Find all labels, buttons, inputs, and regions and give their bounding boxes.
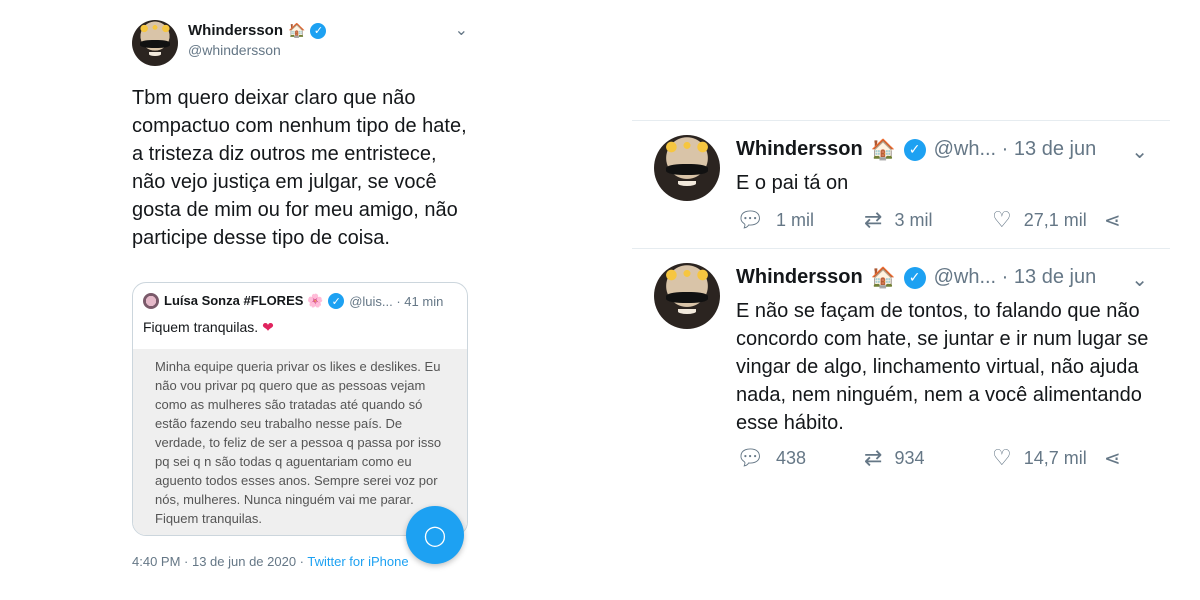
author-handle[interactable]: @whindersson [188, 42, 281, 58]
author-name[interactable]: Whindersson 🏠 ✓ [188, 22, 327, 39]
quoted-avatar [143, 293, 159, 309]
like-button[interactable]: ♡ 27,1 mil [992, 207, 1120, 233]
retweet-icon: ⇄ [864, 207, 883, 232]
chevron-down-icon[interactable]: ⌄ [1131, 267, 1148, 292]
tweet-timestamp: 4:40 PM · 13 de jun de 2020 · Twitter fo… [132, 554, 409, 569]
avatar[interactable] [132, 20, 178, 66]
reply-button[interactable]: 💬︎ 1 mil [736, 207, 864, 233]
heart-emoji-icon: ❤ [262, 319, 274, 335]
share-icon[interactable]: ⋖ [1104, 208, 1121, 233]
reply-icon: 💬︎ [736, 207, 764, 232]
verified-badge-icon: ✓ [903, 266, 926, 289]
tweet-actions: 💬︎ 438 ⇄ 934 ♡ 14,7 mil ⋖ [736, 445, 1121, 471]
chevron-down-icon[interactable]: ⌄ [1131, 139, 1148, 164]
avatar[interactable] [654, 135, 720, 201]
chevron-down-icon[interactable]: ⌄ [455, 20, 468, 40]
quoted-text: Fiquem tranquilas. ❤ [143, 319, 274, 336]
tweet-header: Whindersson 🏠 ✓ @wh... · 13 de jun [736, 265, 1096, 290]
retweet-button[interactable]: ⇄ 3 mil [864, 207, 992, 233]
like-button[interactable]: ♡ 14,7 mil [992, 445, 1120, 471]
avatar[interactable] [654, 263, 720, 329]
tweet-header: Whindersson 🏠 ✓ @whindersson ⌄ [132, 14, 472, 70]
main-tweet: Whindersson 🏠 ✓ @whindersson ⌄ Tbm quero… [132, 14, 472, 569]
tweet-text: E não se façam de tontos, to falando que… [736, 300, 1149, 434]
retweet-icon: ⇄ [864, 445, 883, 470]
quoted-author-name: Luísa Sonza #FLORES 🌸 [164, 293, 324, 308]
retweet-count: 3 mil [894, 209, 933, 230]
timestamp-text: 4:40 PM · 13 de jun de 2020 · [132, 554, 308, 569]
tweet-actions: 💬︎ 1 mil ⇄ 3 mil ♡ 27,1 mil ⋖ [736, 207, 1121, 233]
timeline-tweet[interactable]: Whindersson 🏠 ✓ @wh... · 13 de jun ⌄ E o… [632, 120, 1170, 248]
house-emoji-icon: 🏠 [288, 22, 306, 38]
timeline-tweet[interactable]: Whindersson 🏠 ✓ @wh... · 13 de jun ⌄ E n… [632, 248, 1170, 488]
tweet-text: Tbm quero deixar claro que não compactuo… [132, 87, 467, 249]
tweet-meta: @wh... · 13 de jun [933, 138, 1097, 160]
tweet-text: E o pai tá on [736, 172, 849, 194]
house-emoji-icon: 🏠 [870, 139, 896, 161]
quoted-tweet[interactable]: Luísa Sonza #FLORES 🌸 ✓ @luis... · 41 mi… [132, 282, 468, 536]
quoted-tweet-header: Luísa Sonza #FLORES 🌸 ✓ @luis... · 41 mi… [143, 293, 457, 309]
like-icon: ♡ [992, 445, 1012, 470]
retweet-button[interactable]: ⇄ 934 [864, 445, 992, 471]
compose-fab-icon: ◯ [423, 524, 447, 547]
share-icon[interactable]: ⋖ [1104, 446, 1121, 471]
like-icon: ♡ [992, 207, 1012, 232]
reply-count: 1 mil [775, 209, 814, 230]
like-count: 14,7 mil [1023, 447, 1087, 468]
verified-badge-icon: ✓ [328, 293, 345, 309]
compose-fab-button[interactable]: ◯ [406, 506, 464, 564]
tweet-meta: @wh... · 13 de jun [933, 266, 1097, 288]
author-name-label: Whindersson [188, 22, 284, 39]
verified-badge-icon: ✓ [903, 138, 926, 161]
author-name[interactable]: Whindersson [736, 138, 863, 161]
reply-button[interactable]: 💬︎ 438 [736, 445, 864, 471]
verified-badge-icon: ✓ [310, 22, 327, 39]
retweet-count: 934 [894, 447, 925, 468]
reply-count: 438 [775, 447, 806, 468]
like-count: 27,1 mil [1023, 209, 1087, 230]
quoted-meta: @luis... · 41 min [349, 293, 444, 309]
house-emoji-icon: 🏠 [870, 267, 896, 289]
author-name[interactable]: Whindersson [736, 266, 863, 289]
quoted-text-label: Fiquem tranquilas. [143, 319, 259, 335]
quoted-image[interactable]: Minha equipe queria privar os likes e de… [133, 349, 467, 535]
quoted-image-text: Minha equipe queria privar os likes e de… [155, 359, 442, 526]
reply-icon: 💬︎ [736, 445, 764, 470]
tweet-source-link[interactable]: Twitter for iPhone [307, 554, 408, 569]
tweet-header: Whindersson 🏠 ✓ @wh... · 13 de jun [736, 137, 1096, 162]
